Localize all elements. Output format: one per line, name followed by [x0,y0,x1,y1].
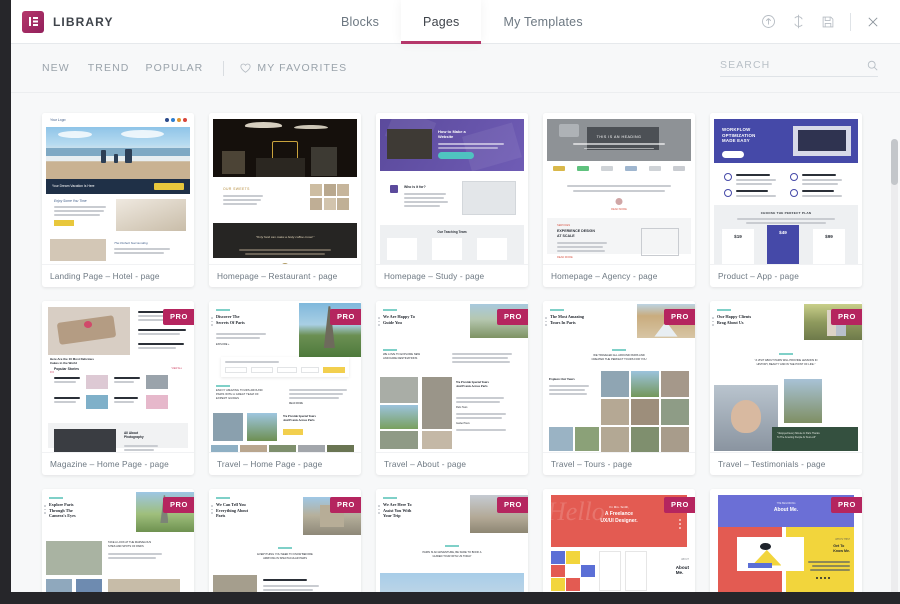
pro-badge: PRO [830,309,862,325]
filter-trend[interactable]: TREND [88,62,146,74]
search-input[interactable] [720,59,867,71]
template-card-label: Product – App - page [718,271,799,281]
template-card[interactable]: Your Logo Your Dream Vacation Is Here En… [42,113,194,287]
template-thumbnail: OUR SWEETS "Only food can make a body co… [209,113,361,265]
template-card[interactable]: PRO Hello I'm Mrs. Smith, A Freelance UX/… [543,489,695,592]
template-card[interactable]: THIS IS AN HEADING READ MORE SERVICES EX… [543,113,695,287]
editor-bottom-edge [0,592,900,604]
template-thumbnail: PRO THE BEGINNING About Me. WHO'S THIS? … [710,489,862,592]
template-card-label: Travel – Home Page - page [217,459,323,469]
filter-divider [223,60,225,76]
template-card[interactable]: PRO We Are Happy To Guide You WE LOVE TO … [376,301,528,475]
tab-pages[interactable]: Pages [401,0,482,44]
template-card[interactable]: PRO We Are Here To Assist You With Your Tr… [376,489,528,592]
pro-badge: PRO [162,309,194,325]
editor-left-panel-edge [0,0,11,604]
template-thumbnail: WORKFLOW OPTIMIZATION MADE EASY CHOOSE T… [710,113,862,265]
filter-popular[interactable]: POPULAR [145,62,219,74]
template-card[interactable]: PRO We Can Tell You Everything About Paris… [209,489,361,592]
template-card-label: Travel – Tours - page [551,459,633,469]
template-thumbnail: PRO We Are Here To Assist You With Your Tr… [376,489,528,592]
template-card[interactable]: PRO The Most Amazing Tours In Paris WE TR… [543,301,695,475]
template-card-label: Homepage – Study - page [384,271,485,281]
template-card[interactable]: WORKFLOW OPTIMIZATION MADE EASY CHOOSE T… [710,113,862,287]
search-field[interactable] [720,59,878,77]
sync-icon[interactable] [783,7,813,37]
template-card[interactable]: PRO Discover The Secrets Of Paris EXPLORE… [209,301,361,475]
template-card-label: Homepage – Restaurant - page [217,271,338,281]
template-card-label: Travel – Testimonials - page [718,459,826,469]
library-header: LIBRARY Blocks Pages My Templates [11,0,900,44]
tab-pages-label: Pages [423,14,460,29]
grid-scrollbar-thumb[interactable] [891,139,898,185]
template-grid: Your Logo Your Dream Vacation Is Here En… [11,93,900,592]
template-thumbnail: PRO Here Are the 10 Most Delicious Cakes … [42,301,194,453]
search-icon [867,60,878,71]
template-card-label: Homepage – Agency - page [551,271,658,281]
pro-badge: PRO [663,309,695,325]
template-card[interactable]: OUR SWEETS "Only food can make a body co… [209,113,361,287]
tab-my-templates-label: My Templates [503,14,583,29]
pro-badge: PRO [830,497,862,513]
library-tabs: Blocks Pages My Templates [319,0,753,44]
tab-my-templates[interactable]: My Templates [481,0,604,43]
pro-badge: PRO [663,497,695,513]
template-card[interactable]: PRO THE BEGINNING About Me. WHO'S THIS? … [710,489,862,592]
header-actions [753,0,900,43]
template-thumbnail: PRO We Are Happy To Guide You WE LOVE TO … [376,301,528,453]
template-card-label: Travel – About - page [384,459,467,469]
template-thumbnail: PRO Discover The Secrets Of Paris EXPLORE… [209,301,361,453]
tab-blocks[interactable]: Blocks [319,0,401,43]
filter-group: NEW TREND POPULAR MY FAVORITES [42,60,347,76]
save-icon[interactable] [813,7,843,37]
grid-scrollbar[interactable] [891,139,898,592]
header-divider [850,12,851,31]
template-card-label: Landing Page – Hotel - page [50,271,160,281]
template-grid-scroll-area[interactable]: Your Logo Your Dream Vacation Is Here En… [11,93,900,592]
template-thumbnail: THIS IS AN HEADING READ MORE SERVICES EX… [543,113,695,265]
my-favorites-label: MY FAVORITES [257,62,348,74]
pro-badge: PRO [162,497,194,513]
template-thumbnail: PRO We Can Tell You Everything About Paris… [209,489,361,592]
template-thumbnail: PRO Our Happy Clients Brag About Us "A VI… [710,301,862,453]
library-brand: LIBRARY [11,0,311,43]
library-title: LIBRARY [53,14,114,29]
pro-badge: PRO [329,497,361,513]
pro-badge: PRO [329,309,361,325]
elementor-logo-icon [22,10,44,33]
close-icon[interactable] [858,7,888,37]
template-card[interactable]: PRO Here Are the 10 Most Delicious Cakes … [42,301,194,475]
template-thumbnail: PRO Explore Paris Through The Camera's Eye… [42,489,194,592]
import-icon[interactable] [753,7,783,37]
template-thumbnail: PRO The Most Amazing Tours In Paris WE TR… [543,301,695,453]
filter-bar: NEW TREND POPULAR MY FAVORITES [11,44,900,93]
template-thumbnail: How to Make a Website Who is it for? Our… [376,113,528,265]
pro-badge: PRO [496,309,528,325]
heart-icon [240,63,251,73]
template-thumbnail: PRO Hello I'm Mrs. Smith, A Freelance UX/… [543,489,695,592]
filter-new[interactable]: NEW [42,62,88,74]
template-library-modal: LIBRARY Blocks Pages My Templates NEW TR… [11,0,900,592]
template-card[interactable]: PRO Our Happy Clients Brag About Us "A VI… [710,301,862,475]
template-thumbnail: Your Logo Your Dream Vacation Is Here En… [42,113,194,265]
tab-blocks-label: Blocks [341,14,380,29]
pro-badge: PRO [496,497,528,513]
template-card[interactable]: PRO Explore Paris Through The Camera's Eye… [42,489,194,592]
template-card-label: Magazine – Home Page - page [50,459,169,469]
editor-window: LIBRARY Blocks Pages My Templates NEW TR… [0,0,900,604]
template-card[interactable]: How to Make a Website Who is it for? Our… [376,113,528,287]
filter-my-favorites[interactable]: MY FAVORITES [240,62,347,74]
